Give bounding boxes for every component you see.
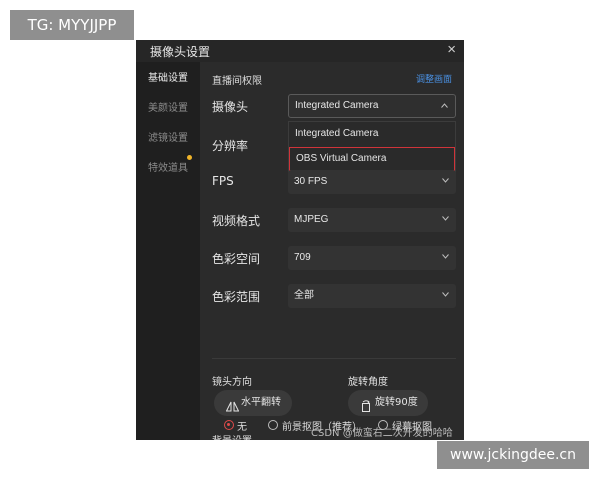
sidebar-item-beauty[interactable]: 美颜设置 — [136, 94, 200, 124]
section-title: 直播间权限 — [212, 76, 262, 87]
video-format-select-value: MJPEG — [294, 214, 329, 225]
video-format-select[interactable]: MJPEG — [288, 208, 456, 232]
adjust-view-link[interactable]: 调整画面 — [416, 72, 452, 85]
notification-dot — [187, 155, 192, 160]
rotate-90-button[interactable]: 旋转90度 — [348, 390, 428, 416]
sidebar-item-filter[interactable]: 滤镜设置 — [136, 124, 200, 154]
flip-horizontal-label: 水平翻转 — [241, 397, 281, 408]
chevron-down-icon — [442, 216, 449, 222]
background-settings-label: 背景设置 — [212, 432, 252, 440]
fps-label: FPS — [212, 174, 234, 188]
section-divider — [212, 358, 456, 359]
chevron-down-icon — [442, 178, 449, 184]
color-space-label: 色彩空间 — [212, 252, 261, 266]
fps-select-value: 30 FPS — [294, 176, 328, 187]
csdn-watermark: CSDN @做蛮右二次开发的哈哈 — [311, 428, 453, 439]
flip-horizontal-button[interactable]: 水平翻转 — [214, 390, 292, 416]
watermark-top: TG: MYYJJPP — [10, 10, 134, 40]
settings-content: 直播间权限 调整画面 摄像头 Integrated Camera Integra… — [200, 62, 464, 440]
radio-none[interactable] — [224, 420, 234, 430]
radio-foreground-matting[interactable] — [268, 420, 278, 430]
resolution-label: 分辨率 — [212, 139, 249, 153]
color-range-select-value: 全部 — [294, 290, 314, 301]
radio-none-label: 无 — [237, 422, 247, 433]
dropdown-option-integrated-camera[interactable]: Integrated Camera — [289, 122, 455, 146]
chevron-down-icon — [442, 254, 449, 260]
chevron-down-icon — [442, 292, 449, 298]
camera-dropdown: Integrated Camera OBS Virtual Camera — [288, 121, 456, 173]
sidebar-item-basic[interactable]: 基础设置 — [136, 64, 200, 94]
color-range-label: 色彩范围 — [212, 290, 261, 304]
window-title: 摄像头设置 — [150, 45, 211, 59]
rotate-90-label: 旋转90度 — [375, 397, 418, 408]
camera-select-value: Integrated Camera — [295, 100, 379, 111]
title-bar: 摄像头设置 × — [136, 40, 464, 62]
chevron-up-icon — [441, 103, 448, 109]
camera-settings-window: 摄像头设置 × 基础设置 美颜设置 滤镜设置 特效道具 直播间权限 调整画面 摄… — [136, 40, 464, 440]
close-icon[interactable]: × — [447, 41, 456, 59]
sidebar: 基础设置 美颜设置 滤镜设置 特效道具 — [136, 62, 200, 440]
camera-select[interactable]: Integrated Camera — [288, 94, 456, 118]
watermark-bottom: www.jckingdee.cn — [437, 441, 589, 469]
color-range-select[interactable]: 全部 — [288, 284, 456, 308]
fps-select[interactable]: 30 FPS — [288, 170, 456, 194]
video-format-label: 视频格式 — [212, 214, 261, 228]
color-space-select[interactable]: 709 — [288, 246, 456, 270]
color-space-select-value: 709 — [294, 252, 311, 263]
camera-label: 摄像头 — [212, 100, 249, 114]
lens-direction-label: 镜头方向 — [212, 377, 252, 388]
rotation-angle-label: 旋转角度 — [348, 377, 388, 388]
dropdown-option-obs-virtual-camera[interactable]: OBS Virtual Camera — [289, 147, 455, 171]
